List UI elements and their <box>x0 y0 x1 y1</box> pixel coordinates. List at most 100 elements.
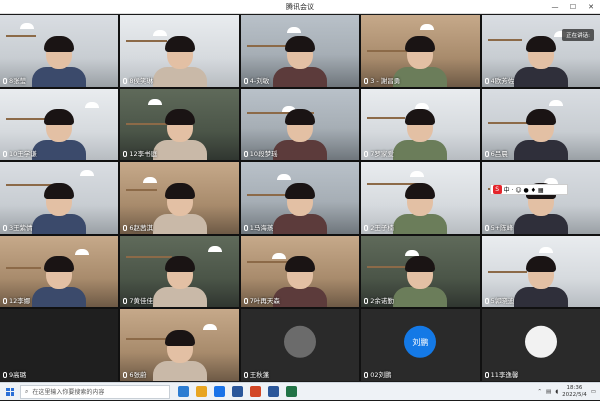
participant-name: 6张蔚 <box>123 369 147 379</box>
close-button[interactable]: ✕ <box>582 0 600 14</box>
participant-name-text: 6吕晨 <box>490 150 508 159</box>
taskbar-app-icon[interactable] <box>196 386 207 397</box>
participant-tile[interactable]: 2王子楠 <box>361 162 480 234</box>
participant-tile[interactable]: 刘鹏 02刘鹏 <box>361 309 480 381</box>
taskbar-search-input[interactable]: ⌕ 在这里输入你要搜索的内容 <box>20 384 170 399</box>
participant-tile[interactable]: 3 - 謝昌勇 <box>361 15 480 87</box>
participant-name-text: 5+陈峰 <box>490 223 514 232</box>
participant-tile[interactable]: 6赵茜淇 <box>120 162 239 234</box>
participant-name-text: 4-刘敏 <box>249 76 270 85</box>
person-figure <box>513 35 568 87</box>
minimize-button[interactable]: — <box>546 0 564 14</box>
participant-tile[interactable]: 11李逸馨 <box>481 309 600 381</box>
participant-name-text: 12李书庭 <box>129 150 158 159</box>
microphone-icon <box>243 371 248 378</box>
person-figure <box>513 256 568 308</box>
microphone-icon <box>364 77 369 84</box>
microphone-icon <box>364 151 369 158</box>
participant-name: 2王子楠 <box>364 222 394 232</box>
participant-tile[interactable]: 9高璐 <box>0 309 119 381</box>
taskbar-app-icon[interactable] <box>232 386 243 397</box>
volume-icon[interactable]: ◖ <box>555 389 558 395</box>
taskbar-app-icon[interactable] <box>178 386 189 397</box>
participant-tile[interactable]: 10段梦瑶 <box>240 88 360 161</box>
participant-name-text: 1马海蒸 <box>249 223 274 232</box>
lamp-icon <box>208 245 223 252</box>
lamp-icon <box>415 102 430 109</box>
microphone-icon <box>3 151 7 158</box>
lamp-icon <box>85 101 99 108</box>
lamp-icon <box>143 177 158 184</box>
participant-tile[interactable]: 12李书庭 <box>120 88 239 161</box>
taskbar-app-icon[interactable] <box>214 386 225 397</box>
chevron-up-icon[interactable]: ⌃ <box>537 389 542 395</box>
person-figure <box>32 182 87 234</box>
shelf <box>6 35 36 37</box>
participant-tile[interactable]: 5+陈峰 S 中 · ☺ ● ♦ ▦ <box>481 162 600 234</box>
person-figure <box>152 256 207 308</box>
person-figure <box>152 35 207 87</box>
lamp-icon <box>420 24 435 30</box>
participant-tile[interactable]: 7罗家爱 <box>361 88 480 161</box>
person-figure <box>272 182 327 234</box>
participant-tile[interactable]: 8张莹 <box>0 15 119 87</box>
participant-name-text: 2王子楠 <box>370 223 394 232</box>
microphone-icon <box>243 224 248 231</box>
participant-tile[interactable]: 12李娜 <box>0 235 119 308</box>
windows-icon <box>6 387 14 396</box>
person-figure <box>393 182 448 234</box>
participant-tile[interactable]: 4-刘敏 <box>240 15 360 87</box>
system-tray: ⌃ ▤ ◖ 18:36 2022/5/4 ▭ <box>537 385 600 398</box>
participant-name-text: 3王紫情 <box>9 223 33 232</box>
microphone-icon <box>484 151 489 158</box>
avatar <box>283 325 316 358</box>
participant-name: 3王紫情 <box>3 222 33 232</box>
lamp-icon <box>153 30 168 36</box>
lamp-icon <box>20 23 34 29</box>
participant-name-text: 8侯笑琳 <box>129 76 154 85</box>
participant-name: 5+陈峰 <box>484 222 514 232</box>
lamp-icon <box>548 99 563 106</box>
participant-tile[interactable]: 7叶再天森 <box>240 235 360 308</box>
participant-tile[interactable]: 6张蔚 <box>120 309 239 381</box>
participant-tile[interactable]: 5郭晓迪 <box>481 235 600 308</box>
title-bar: 腾讯会议 — ☐ ✕ <box>0 0 600 14</box>
microphone-icon <box>364 298 369 305</box>
person-figure <box>32 256 87 308</box>
participant-name: 5郭晓迪 <box>484 295 514 305</box>
clock[interactable]: 18:36 2022/5/4 <box>562 385 587 398</box>
maximize-button[interactable]: ☐ <box>564 0 582 14</box>
participant-tile[interactable]: 1马海蒸 <box>240 162 360 234</box>
taskbar-app-icon[interactable] <box>268 386 279 397</box>
network-icon[interactable]: ▤ <box>546 389 551 395</box>
window-title: 腾讯会议 <box>286 3 314 11</box>
participant-tile[interactable]: 3王紫情 <box>0 162 119 234</box>
avatar: 刘鹏 <box>404 325 437 358</box>
participant-tile[interactable]: 王秋蓬 <box>240 309 360 381</box>
microphone-icon <box>484 77 489 84</box>
participant-name: 8张莹 <box>3 75 26 85</box>
participant-name-text: 6张蔚 <box>129 370 147 379</box>
microphone-icon <box>123 298 128 305</box>
taskbar-app-icon[interactable] <box>250 386 261 397</box>
microphone-icon <box>123 77 128 84</box>
taskbar-app-icon[interactable] <box>286 386 297 397</box>
participant-tile[interactable]: 6吕晨 <box>481 88 600 161</box>
person-figure <box>393 35 448 87</box>
person-figure <box>393 256 448 308</box>
participant-tile[interactable]: 7黄佳佳 <box>120 235 239 308</box>
person-figure <box>152 329 207 381</box>
notification-icon[interactable]: ▭ <box>591 389 596 395</box>
video-grid: 8张莹 8侯笑琳 4-刘敏 3 - 謝昌勇 4欧芳佐 正在讲话: 10王学谦 12李书庭 10段… <box>0 15 600 381</box>
person-figure <box>272 35 327 87</box>
participant-tile[interactable]: 10王学谦 <box>0 88 119 161</box>
participant-tile[interactable]: 4欧芳佐 正在讲话: <box>481 15 600 87</box>
lamp-icon <box>80 170 94 177</box>
participant-tile[interactable]: 8侯笑琳 <box>120 15 239 87</box>
participant-name-text: 02刘鹏 <box>370 370 392 379</box>
participant-tile[interactable]: 2余诺勤 <box>361 235 480 308</box>
start-button[interactable] <box>0 383 20 401</box>
participant-name: 4欧芳佐 <box>484 75 514 85</box>
ime-toolbar[interactable]: S中 · ☺ ● ♦ ▦ <box>489 184 568 196</box>
microphone-icon <box>3 298 7 305</box>
